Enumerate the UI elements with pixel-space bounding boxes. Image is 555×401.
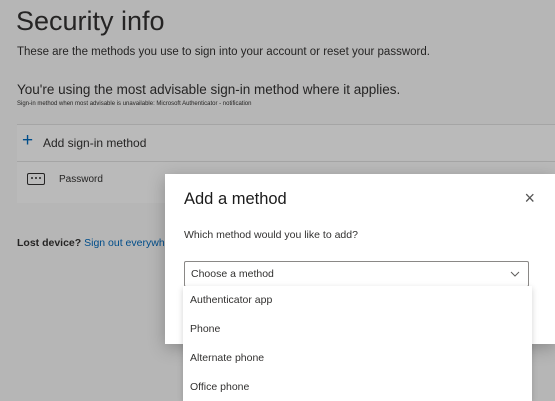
- option-office-phone[interactable]: Office phone: [183, 373, 532, 401]
- option-authenticator-app[interactable]: Authenticator app: [183, 286, 532, 314]
- option-phone[interactable]: Phone: [183, 315, 532, 343]
- dialog-title: Add a method: [184, 190, 287, 208]
- option-label: Alternate phone: [190, 352, 265, 364]
- chevron-down-icon: [510, 271, 520, 277]
- dialog-question: Which method would you like to add?: [184, 229, 358, 241]
- option-label: Office phone: [190, 381, 250, 393]
- option-alternate-phone[interactable]: Alternate phone: [183, 344, 532, 372]
- option-label: Phone: [190, 323, 221, 335]
- method-select[interactable]: Choose a method: [184, 261, 529, 287]
- option-label: Authenticator app: [190, 294, 273, 306]
- method-dropdown-list: Authenticator app Phone Alternate phone …: [183, 286, 532, 401]
- method-select-value: Choose a method: [191, 268, 274, 280]
- close-icon[interactable]: ×: [524, 188, 535, 208]
